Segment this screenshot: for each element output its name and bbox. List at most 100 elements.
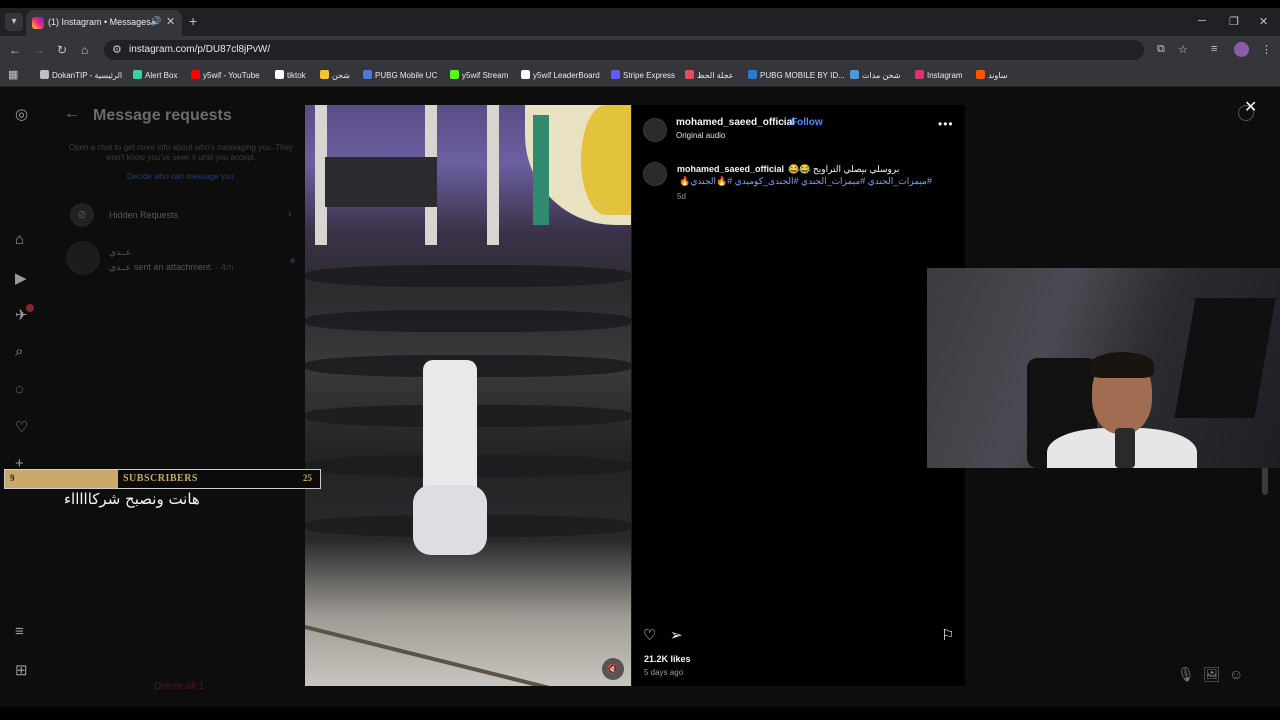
requests-title: Message requests bbox=[93, 107, 232, 124]
delete-all-button[interactable]: Delete all 1 bbox=[154, 681, 204, 692]
caption-username[interactable]: mohamed_saeed_official bbox=[677, 164, 784, 174]
bookmark-favicon-icon bbox=[133, 70, 142, 79]
bookmark-favicon-icon bbox=[320, 70, 329, 79]
author-username[interactable]: mohamed_saeed_official bbox=[676, 117, 795, 128]
crowd-row bbox=[305, 265, 631, 287]
hidden-requests-label: Hidden Requests bbox=[109, 210, 179, 220]
message-requests-panel: ← Message requests Open a chat to get mo… bbox=[48, 87, 306, 707]
bookmark-item[interactable]: ساوند bbox=[976, 70, 1007, 80]
close-modal-icon[interactable]: ✕ bbox=[1244, 97, 1257, 117]
bookmark-favicon-icon bbox=[611, 70, 620, 79]
message-composer: 🎙 🖼 ☺ bbox=[964, 657, 1274, 695]
posted-date: 5 days ago bbox=[644, 668, 684, 677]
save-bookmark-icon[interactable]: ⚐ bbox=[941, 626, 954, 644]
webcam-person-hair bbox=[1090, 352, 1154, 378]
likes-count[interactable]: 21.2K likes bbox=[644, 654, 691, 664]
reels-nav-icon[interactable]: ▶ bbox=[15, 269, 27, 287]
bookmark-item[interactable]: PUBG Mobile UC bbox=[363, 70, 437, 80]
requests-subtitle: Open a chat to get more info about who's… bbox=[68, 143, 294, 162]
back-icon[interactable]: ← bbox=[9, 43, 21, 57]
reload-icon[interactable]: ↻ bbox=[57, 43, 67, 57]
bookmark-favicon-icon bbox=[363, 70, 372, 79]
tab-bar: ▾ (1) Instagram • Messages 🔊 ✕ + ─ ❐ ✕ bbox=[0, 8, 1280, 36]
bookmark-star-icon[interactable]: ☆ bbox=[1178, 43, 1188, 56]
tab-search-button[interactable]: ▾ bbox=[5, 13, 23, 31]
caption-avatar[interactable] bbox=[643, 162, 667, 186]
bookmark-favicon-icon bbox=[40, 70, 49, 79]
post-details-panel: mohamed_saeed_official • Follow Original… bbox=[631, 105, 965, 686]
minimize-button[interactable]: ─ bbox=[1198, 15, 1206, 27]
home-icon[interactable]: ⌂ bbox=[81, 43, 88, 57]
bookmark-item[interactable]: Stripe Express bbox=[611, 70, 675, 80]
bottom-strip bbox=[0, 707, 1280, 720]
window-close-button[interactable]: ✕ bbox=[1259, 15, 1268, 28]
forward-icon[interactable]: → bbox=[33, 43, 45, 57]
microphone-icon[interactable]: 🎙 bbox=[1177, 666, 1195, 683]
caption-text: بروسلي بيصلي التراويح 😂😂 bbox=[788, 164, 900, 174]
tab-instagram[interactable]: (1) Instagram • Messages 🔊 ✕ bbox=[26, 10, 182, 36]
menu-icon[interactable]: ⋮ bbox=[1261, 43, 1272, 56]
audio-label[interactable]: Original audio bbox=[676, 131, 725, 140]
bookmark-item[interactable]: y5wif LeaderBoard bbox=[521, 70, 600, 80]
bookmark-item[interactable]: شحن مدات bbox=[850, 70, 900, 80]
conversation-preview: عــدي sent an attachment. · 4m bbox=[109, 262, 234, 272]
more-options-icon[interactable]: ••• bbox=[938, 117, 954, 131]
hidden-requests-row[interactable]: ⊘ Hidden Requests › bbox=[70, 203, 296, 227]
image-icon[interactable]: 🖼 bbox=[1203, 666, 1221, 683]
avatar bbox=[66, 241, 100, 275]
explore-nav-icon[interactable]: ◌ bbox=[15, 381, 24, 398]
notifications-heart-icon[interactable]: ♡ bbox=[15, 418, 28, 436]
meta-apps-icon[interactable]: ⊞ bbox=[15, 661, 28, 679]
apps-grid-icon[interactable]: ▦ bbox=[8, 68, 18, 81]
bookmark-item[interactable]: y5wif Stream bbox=[450, 70, 508, 80]
bookmark-favicon-icon bbox=[521, 70, 530, 79]
address-bar[interactable]: ⚙ instagram.com/p/DU87cl8jPvW/ bbox=[104, 40, 1144, 60]
bookmark-favicon-icon bbox=[450, 70, 459, 79]
author-avatar[interactable] bbox=[643, 118, 667, 142]
follow-button[interactable]: Follow bbox=[791, 117, 823, 128]
subscriber-goal-fill bbox=[5, 470, 119, 488]
reel-video[interactable]: 🔇 bbox=[305, 105, 631, 686]
mosque-green-panel bbox=[533, 115, 549, 225]
separator-dot: • bbox=[783, 117, 787, 128]
bookmark-item[interactable]: Alert Box bbox=[133, 70, 177, 80]
bookmark-favicon-icon bbox=[275, 70, 284, 79]
more-menu-icon[interactable]: ≡ bbox=[15, 623, 24, 640]
scrollbar[interactable] bbox=[1262, 467, 1268, 495]
bookmark-favicon-icon bbox=[191, 70, 200, 79]
bookmark-item[interactable]: y5wif - YouTube bbox=[191, 70, 260, 80]
home-nav-icon[interactable]: ⌂ bbox=[15, 231, 24, 248]
decide-link[interactable]: Decide who can message you bbox=[127, 172, 234, 181]
new-tab-button[interactable]: + bbox=[189, 13, 197, 29]
bookmark-favicon-icon bbox=[850, 70, 859, 79]
instagram-nav-rail: ◎ ⌂ ▶ ✈ ⌕ ◌ ♡ + ≡ ⊞ bbox=[0, 87, 48, 707]
restore-button[interactable]: ❐ bbox=[1229, 15, 1239, 28]
share-icon[interactable]: ➢ bbox=[670, 626, 683, 644]
bookmark-item[interactable]: tiktok bbox=[275, 70, 306, 80]
caption-hashtags[interactable]: #ميمزات_الجندي #ميمزات_الجندي #الجندى_كو… bbox=[677, 176, 932, 187]
speaker-icon[interactable]: 🔊 bbox=[150, 16, 161, 27]
webcam-overlay bbox=[927, 268, 1280, 468]
bookmark-item[interactable]: DokanTIP - الرئيسية bbox=[40, 70, 122, 80]
tab-title: (1) Instagram • Messages bbox=[48, 17, 151, 27]
mute-icon[interactable]: 🔇 bbox=[602, 658, 624, 680]
bookmark-item[interactable]: Instagram bbox=[915, 70, 963, 80]
tab-close-icon[interactable]: ✕ bbox=[166, 15, 175, 28]
bookmark-item[interactable]: PUBG MOBILE BY ID... bbox=[748, 70, 845, 80]
conversation-row[interactable]: عــدي عــدي sent an attachment. · 4m bbox=[66, 241, 296, 277]
subscriber-current: 9 bbox=[10, 473, 15, 483]
instagram-logo-icon[interactable]: ◎ bbox=[15, 105, 28, 123]
crowd-row bbox=[305, 310, 631, 332]
mosque-pillar bbox=[487, 105, 499, 245]
back-arrow-icon[interactable]: ← bbox=[64, 105, 80, 123]
bookmark-item[interactable]: شحن bbox=[320, 70, 350, 80]
like-heart-icon[interactable]: ♡ bbox=[643, 626, 656, 644]
search-nav-icon[interactable]: ⌕ bbox=[15, 343, 23, 360]
site-info-icon[interactable]: ⚙ bbox=[112, 43, 122, 56]
media-controls-icon[interactable]: ≡ bbox=[1211, 43, 1217, 55]
profile-avatar-icon[interactable] bbox=[1234, 42, 1249, 57]
install-app-icon[interactable]: ⧉ bbox=[1157, 43, 1165, 56]
subscriber-label: SUBSCRIBERS bbox=[123, 473, 198, 484]
sticker-icon[interactable]: ☺ bbox=[1229, 666, 1243, 682]
bookmark-item[interactable]: عجلة الحظ bbox=[685, 70, 734, 80]
